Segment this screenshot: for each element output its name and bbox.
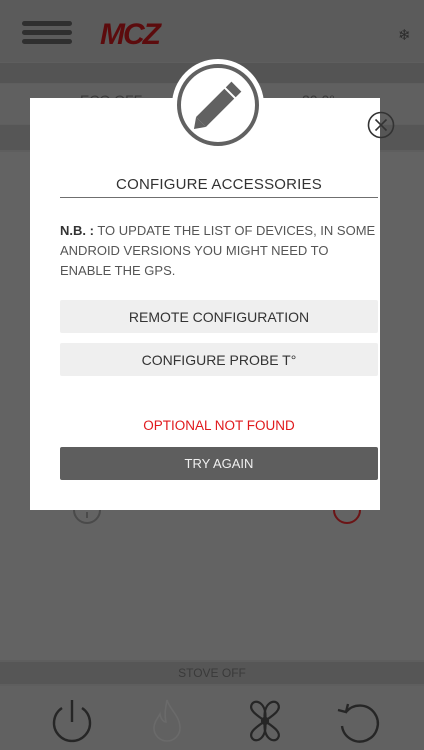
pencil-icon <box>177 64 259 146</box>
svg-text:MCZ: MCZ <box>100 18 163 48</box>
gps-note: N.B. : TO UPDATE THE LIST OF DEVICES, IN… <box>60 221 378 281</box>
pencil-badge <box>172 59 264 151</box>
info-icon <box>73 509 101 524</box>
snowflake-icon[interactable]: ❄ <box>398 26 411 44</box>
fan-icon[interactable] <box>240 696 290 746</box>
stove-status-text: STOVE OFF <box>178 666 246 680</box>
note-text: TO UPDATE THE LIST OF DEVICES, IN SOME A… <box>60 223 376 278</box>
configure-probe-button[interactable]: CONFIGURE PROBE T° <box>60 343 378 376</box>
note-label: N.B. : <box>60 223 94 238</box>
remote-configuration-button[interactable]: REMOTE CONFIGURATION <box>60 300 378 333</box>
try-again-button[interactable]: TRY AGAIN <box>60 447 378 480</box>
title-divider <box>60 197 378 198</box>
reset-icon[interactable] <box>334 698 384 746</box>
hamburger-menu-icon[interactable] <box>22 21 72 44</box>
mcz-logo: MCZ <box>100 18 165 48</box>
dialog-title: CONFIGURE ACCESSORIES <box>116 176 322 193</box>
power-icon[interactable] <box>46 698 98 746</box>
flame-icon[interactable] <box>146 696 188 746</box>
close-icon[interactable] <box>366 110 396 140</box>
alert-icon <box>333 509 361 524</box>
optional-not-found-message: OPTIONAL NOT FOUND <box>143 418 295 433</box>
